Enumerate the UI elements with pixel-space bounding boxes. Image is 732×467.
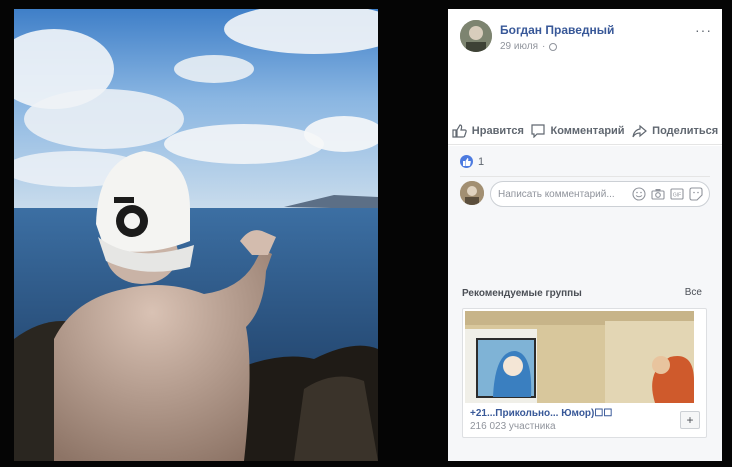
post-actions: Нравится Комментарий Поделиться: [448, 117, 722, 145]
emoji-icon[interactable]: [632, 187, 646, 201]
comment-tools: GIF: [632, 187, 703, 201]
photo-image: [14, 9, 378, 461]
comment-label: Комментарий: [550, 124, 625, 137]
post-photo[interactable]: [14, 9, 378, 461]
post-date[interactable]: 29 июля: [500, 41, 538, 52]
author-name[interactable]: Богдан Праведный: [500, 23, 614, 37]
like-icon: [460, 155, 473, 168]
comment-button[interactable]: Комментарий: [531, 123, 625, 138]
sticker-icon[interactable]: [689, 187, 703, 201]
thumbs-up-icon: [452, 123, 467, 138]
post-panel: Богдан Праведный 29 июля · ··· Нравится …: [448, 9, 722, 461]
post-header: Богдан Праведный 29 июля · ···: [460, 20, 712, 54]
like-label: Нравится: [471, 124, 524, 137]
recommended-groups: Рекомендуемые группы Все +21...Прикольно…: [460, 286, 710, 438]
recommended-groups-header: Рекомендуемые группы Все: [460, 286, 710, 304]
comment-input[interactable]: [491, 182, 621, 206]
comment-field[interactable]: GIF: [490, 181, 710, 207]
camera-icon[interactable]: [651, 187, 665, 201]
group-members-count: 216 023 участника: [470, 421, 556, 432]
reactions-count: 1: [478, 155, 485, 168]
group-name[interactable]: +21...Прикольно... Юмор)☐☐: [470, 408, 612, 419]
author-avatar[interactable]: [460, 20, 492, 52]
more-options-button[interactable]: ···: [695, 22, 712, 38]
user-avatar: [460, 181, 484, 205]
post-footer: 1 Написать комментарий... GIF Рекомендуе…: [448, 146, 722, 461]
reactions-summary[interactable]: 1: [460, 155, 484, 168]
recommended-groups-title: Рекомендуемые группы: [462, 288, 582, 299]
join-group-button[interactable]: +: [680, 411, 700, 429]
like-button[interactable]: Нравится: [452, 123, 524, 138]
group-card[interactable]: +21...Прикольно... Юмор)☐☐ 216 023 участ…: [462, 308, 707, 438]
post-meta: 29 июля ·: [500, 41, 558, 52]
share-button[interactable]: Поделиться: [632, 124, 718, 138]
globe-icon: [549, 42, 558, 51]
group-cover-image[interactable]: [465, 311, 694, 403]
photo-viewer: Богдан Праведный 29 июля · ··· Нравится …: [0, 0, 732, 467]
svg-text:GIF: GIF: [673, 193, 681, 199]
comment-composer: GIF: [460, 181, 710, 207]
comment-icon: [531, 123, 546, 138]
gif-icon[interactable]: GIF: [670, 187, 684, 201]
share-label: Поделиться: [652, 124, 719, 137]
see-all-link[interactable]: Все: [685, 287, 702, 298]
divider: [460, 176, 710, 177]
share-icon: [632, 124, 648, 137]
